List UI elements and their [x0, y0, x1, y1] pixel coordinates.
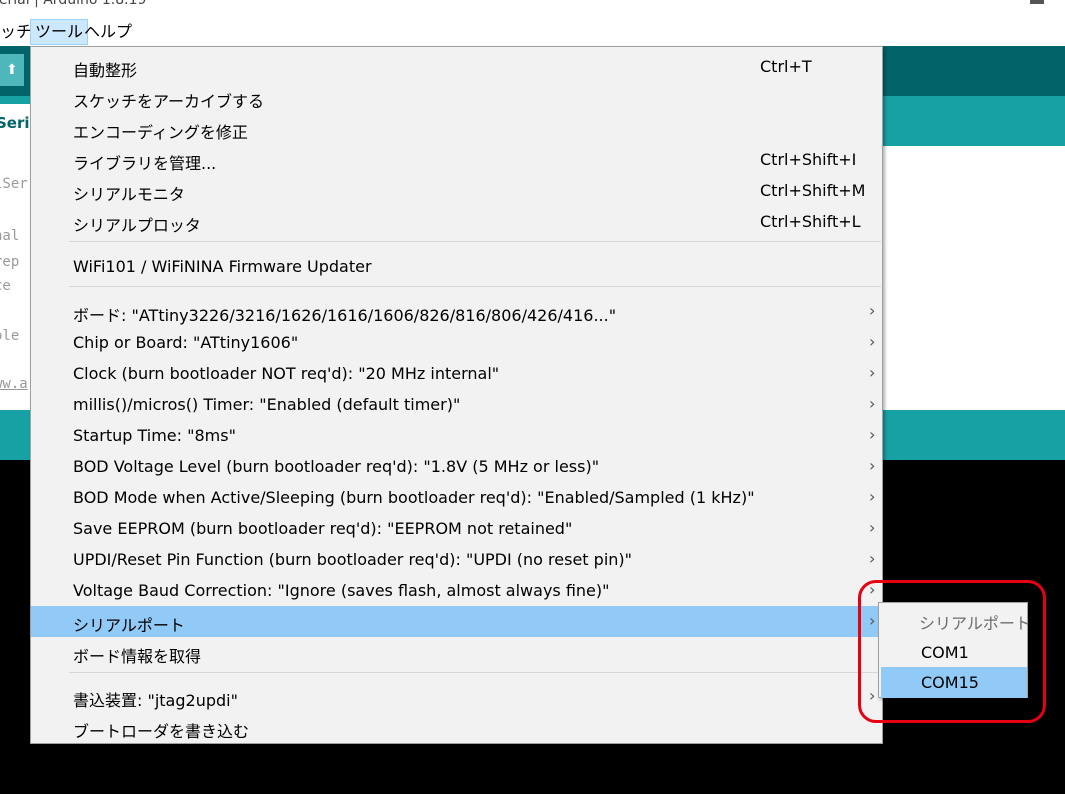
menu-item-startup-time[interactable]: Startup Time: "8ms" › [31, 420, 882, 451]
upload-arrow-icon: ⬆ [6, 62, 18, 78]
window-title: Serial | Arduino 1.8.19 [0, 0, 147, 8]
menu-item-serial-port[interactable]: シリアルポート › [31, 606, 882, 637]
menu-item-programmer[interactable]: 書込装置: "jtag2updi" › [31, 681, 882, 712]
chevron-right-icon: › [869, 487, 876, 506]
menu-item-updi-reset-pin[interactable]: UPDI/Reset Pin Function (burn bootloader… [31, 544, 882, 575]
menu-item-serial-plotter[interactable]: シリアルプロッタ Ctrl+Shift+L [31, 206, 882, 237]
menu-item-fix-encoding[interactable]: エンコーディングを修正 [31, 113, 882, 144]
menu-item-board[interactable]: ボード: "ATtiny3226/3216/1626/1616/1606/826… [31, 296, 882, 327]
annotation-highlight-ring [858, 580, 1046, 723]
menu-separator [69, 286, 881, 287]
menu-item-auto-format[interactable]: 自動整形 Ctrl+T [31, 51, 882, 82]
chevron-right-icon: › [869, 332, 876, 351]
upload-button[interactable]: ⬆ [0, 54, 24, 86]
menu-item-label: 自動整形 [73, 61, 138, 80]
menu-item-label: ボード情報を取得 [73, 647, 202, 666]
chevron-right-icon: › [869, 456, 876, 475]
menu-item-label: BOD Voltage Level (burn bootloader req'd… [73, 457, 600, 476]
tools-dropdown-menu: 自動整形 Ctrl+T スケッチをアーカイブする エンコーディングを修正 ライブ… [30, 46, 883, 744]
menu-help[interactable]: ヘルプ [80, 20, 136, 44]
menu-item-shortcut: Ctrl+Shift+M [760, 181, 866, 200]
chevron-right-icon: › [869, 394, 876, 413]
menu-item-label: 書込装置: "jtag2updi" [73, 691, 238, 710]
menu-item-label: Save EEPROM (burn bootloader req'd): "EE… [73, 519, 573, 538]
menu-item-serial-monitor[interactable]: シリアルモニタ Ctrl+Shift+M [31, 175, 882, 206]
menu-item-millis-timer[interactable]: millis()/micros() Timer: "Enabled (defau… [31, 389, 882, 420]
code-line: lSer [0, 176, 28, 192]
menu-item-label: シリアルモニタ [73, 185, 185, 204]
menu-item-bod-mode[interactable]: BOD Mode when Active/Sleeping (burn boot… [31, 482, 882, 513]
menu-item-label: UPDI/Reset Pin Function (burn bootloader… [73, 550, 633, 569]
menu-item-label: ライブラリを管理... [73, 154, 217, 173]
menu-item-burn-bootloader[interactable]: ブートローダを書き込む [31, 712, 882, 743]
menu-item-chip-or-board[interactable]: Chip or Board: "ATtiny1606" › [31, 327, 882, 358]
menu-item-label: Startup Time: "8ms" [73, 426, 236, 445]
menu-item-label: ブートローダを書き込む [73, 722, 250, 741]
menu-item-shortcut: Ctrl+T [760, 57, 812, 76]
menu-item-firmware-updater[interactable]: WiFi101 / WiFiNINA Firmware Updater [31, 251, 882, 282]
menu-item-label: スケッチをアーカイブする [73, 92, 265, 111]
chevron-right-icon: › [869, 518, 876, 537]
title-bar: Serial | Arduino 1.8.19 [0, 0, 1065, 18]
menu-item-voltage-baud-correction[interactable]: Voltage Baud Correction: "Ignore (saves … [31, 575, 882, 606]
code-line: ww.a [0, 376, 28, 392]
code-line: ce [0, 278, 11, 294]
menu-item-shortcut: Ctrl+Shift+I [760, 150, 857, 169]
menu-item-archive-sketch[interactable]: スケッチをアーカイブする [31, 82, 882, 113]
menu-item-label: Voltage Baud Correction: "Ignore (saves … [73, 581, 610, 600]
sketch-tab[interactable]: Seria [0, 104, 40, 148]
title-bar-control [1030, 0, 1044, 4]
arduino-ide-window: Serial | Arduino 1.8.19 ッチ ツール ヘルプ ⬆ Ser… [0, 0, 1065, 794]
menu-item-label: エンコーディングを修正 [73, 123, 248, 142]
menu-item-bod-voltage[interactable]: BOD Voltage Level (burn bootloader req'd… [31, 451, 882, 482]
menu-item-board-info[interactable]: ボード情報を取得 [31, 637, 882, 668]
menu-separator [69, 241, 881, 242]
menu-separator [69, 672, 881, 673]
menu-bar: ッチ ツール ヘルプ [0, 18, 1065, 46]
menu-item-shortcut: Ctrl+Shift+L [760, 212, 861, 231]
chevron-right-icon: › [869, 363, 876, 382]
chevron-right-icon: › [869, 425, 876, 444]
menu-item-label: シリアルポート [73, 616, 185, 635]
menu-item-manage-libraries[interactable]: ライブラリを管理... Ctrl+Shift+I [31, 144, 882, 175]
menu-item-label: Chip or Board: "ATtiny1606" [73, 333, 299, 352]
code-line: nal [0, 228, 20, 244]
menu-item-clock[interactable]: Clock (burn bootloader NOT req'd): "20 M… [31, 358, 882, 389]
menu-item-label: BOD Mode when Active/Sleeping (burn boot… [73, 488, 755, 507]
code-line: ole [0, 328, 20, 344]
menu-item-label: Clock (burn bootloader NOT req'd): "20 M… [73, 364, 500, 383]
chevron-right-icon: › [869, 549, 876, 568]
menu-item-save-eeprom[interactable]: Save EEPROM (burn bootloader req'd): "EE… [31, 513, 882, 544]
menu-item-label: シリアルプロッタ [73, 216, 201, 235]
chevron-right-icon: › [869, 301, 876, 320]
menu-item-label: millis()/micros() Timer: "Enabled (defau… [73, 395, 461, 414]
menu-item-label: ボード: "ATtiny3226/3216/1626/1616/1606/826… [73, 306, 617, 325]
code-line: rep [0, 254, 20, 270]
menu-item-label: WiFi101 / WiFiNINA Firmware Updater [73, 257, 372, 276]
